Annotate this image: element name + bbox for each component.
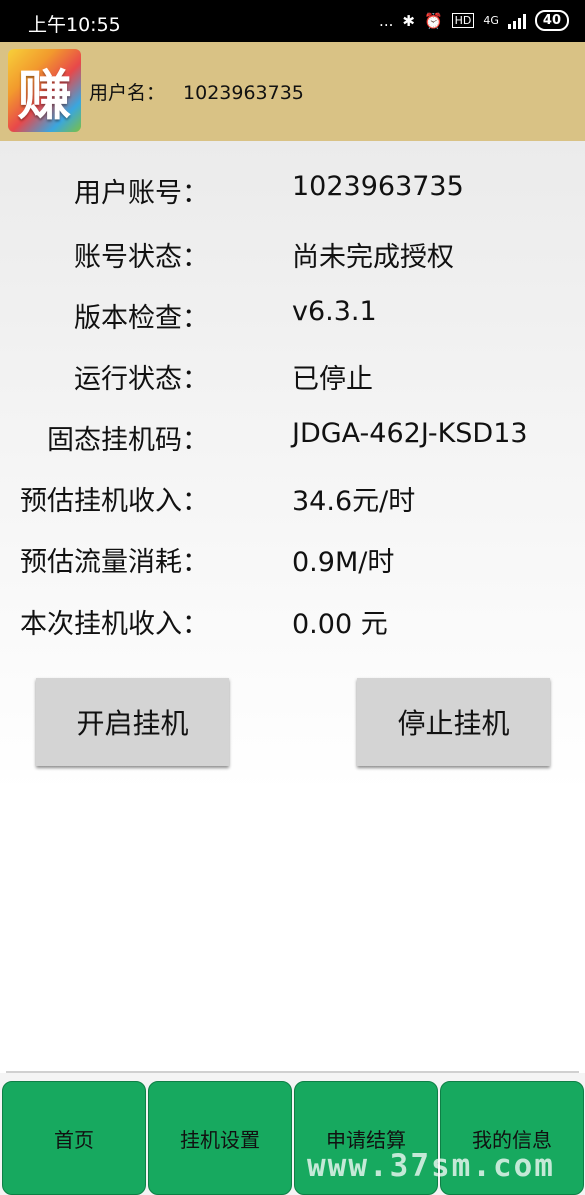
info-label: 版本检查： (74, 303, 209, 334)
info-row-est-income: 预估挂机收入： 34.6元/时 (0, 479, 585, 519)
battery-icon: 40 (534, 10, 569, 31)
hd-icon: HD (451, 13, 475, 28)
nav-hang-settings[interactable]: 挂机设置 (148, 1081, 292, 1195)
info-row-version: 版本检查： v6.3.1 (0, 296, 585, 336)
alarm-icon: ⏰ (423, 11, 443, 30)
start-hang-button[interactable]: 开启挂机 (36, 678, 229, 766)
info-label: 用户账号： (74, 178, 209, 209)
info-value: 已停止 (292, 364, 373, 395)
info-value: v6.3.1 (292, 296, 377, 327)
info-value: 1023963735 (292, 171, 464, 202)
info-row-session-income: 本次挂机收入： 0.00 元 (0, 602, 585, 642)
stop-hang-button[interactable]: 停止挂机 (357, 678, 550, 766)
bluetooth-icon: ✱ (402, 11, 415, 30)
info-label: 运行状态： (74, 364, 209, 395)
signal-icon (507, 13, 526, 29)
info-label: 预估挂机收入： (20, 486, 209, 517)
info-row-account: 用户账号： 1023963735 (0, 171, 585, 211)
username-label: 用户名： (89, 82, 166, 104)
status-icons: ... ✱ ⏰ HD 4G 40 (379, 10, 569, 31)
status-bar: 上午10:55 ... ✱ ⏰ HD 4G 40 (0, 0, 585, 42)
info-row-hang-code: 固态挂机码： JDGA-462J-KSD13 (0, 418, 585, 458)
watermark-text: www.37sm.com (307, 1148, 555, 1184)
more-dots-icon: ... (379, 11, 394, 30)
status-time: 上午10:55 (28, 14, 121, 36)
info-label: 账号状态： (74, 242, 209, 273)
app-logo-char: 赚 (17, 64, 72, 127)
info-row-account-status: 账号状态： 尚未完成授权 (0, 235, 585, 275)
info-row-run-status: 运行状态： 已停止 (0, 357, 585, 397)
divider (6, 1071, 579, 1073)
info-value: 尚未完成授权 (292, 242, 454, 273)
app-header: 赚 用户名： 1023963735 (0, 42, 585, 141)
network-label: 4G (483, 14, 499, 27)
app-logo: 赚 (8, 49, 81, 132)
username-display: 用户名： 1023963735 (89, 78, 304, 105)
info-value: 0.00 元 (292, 609, 388, 640)
info-value: 34.6元/时 (292, 486, 416, 517)
main-content: 用户账号： 1023963735 账号状态： 尚未完成授权 版本检查： v6.3… (0, 141, 585, 1073)
nav-home[interactable]: 首页 (2, 1081, 146, 1195)
info-value: JDGA-462J-KSD13 (292, 418, 528, 449)
info-value: 0.9M/时 (292, 547, 395, 578)
info-label: 本次挂机收入： (20, 609, 209, 640)
info-label: 固态挂机码： (47, 425, 209, 456)
info-label: 预估流量消耗： (20, 547, 209, 578)
info-row-est-traffic: 预估流量消耗： 0.9M/时 (0, 540, 585, 580)
username-value: 1023963735 (183, 82, 304, 104)
